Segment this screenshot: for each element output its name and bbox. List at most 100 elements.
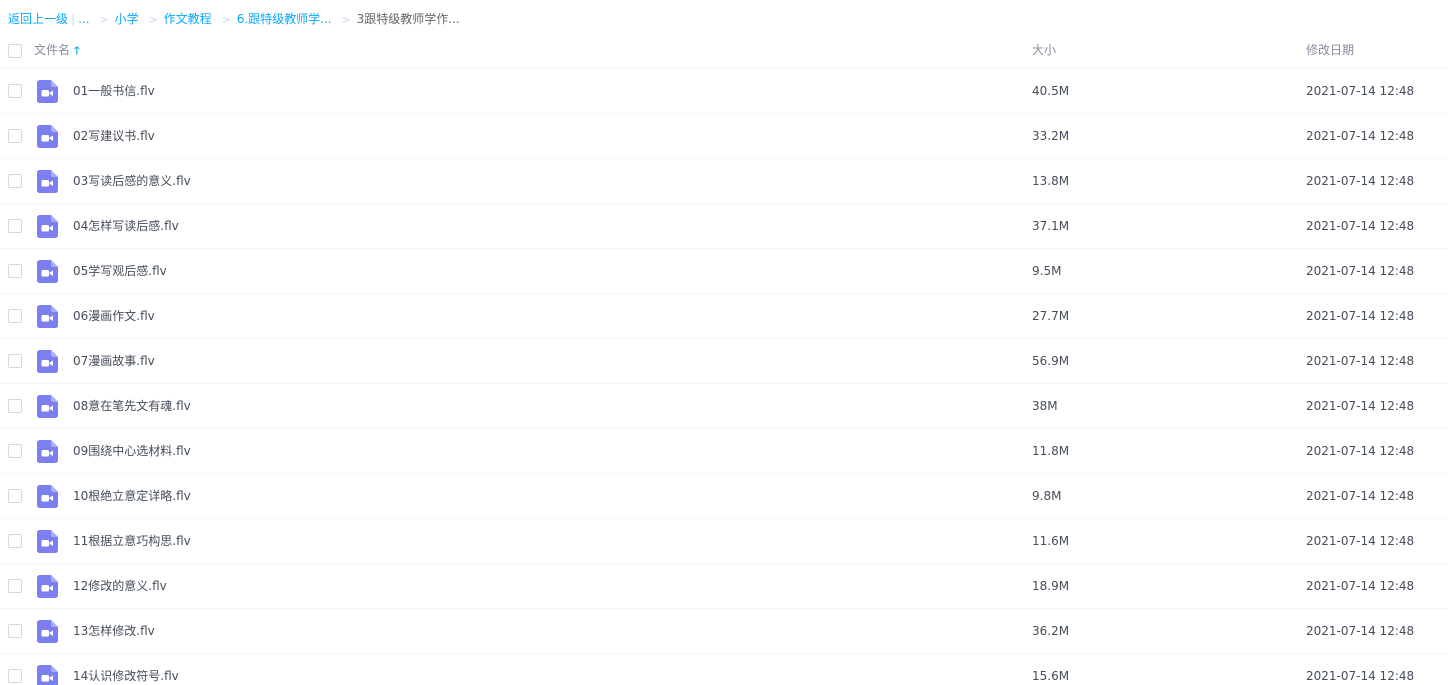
file-modified-date: 2021-07-14 12:48: [1306, 84, 1415, 98]
file-row[interactable]: 03写读后感的意义.flv 13.8M 2021-07-14 12:48: [0, 159, 1448, 204]
file-name[interactable]: 04怎样写读后感.flv: [73, 204, 179, 248]
file-name[interactable]: 08意在笔先文有魂.flv: [73, 384, 191, 428]
file-row[interactable]: 08意在笔先文有魂.flv 38M 2021-07-14 12:48: [0, 384, 1448, 429]
row-checkbox[interactable]: [8, 624, 22, 638]
breadcrumb-item-teacher[interactable]: 6.跟特级教师学...: [237, 12, 332, 26]
breadcrumb-item-composition[interactable]: 作文教程: [164, 12, 212, 26]
arrow-up-icon: 🡑: [74, 44, 80, 57]
file-name[interactable]: 01一般书信.flv: [73, 69, 155, 113]
file-size: 38M: [1032, 399, 1058, 413]
video-file-icon: [37, 125, 58, 148]
file-size: 27.7M: [1032, 309, 1070, 323]
file-modified-date: 2021-07-14 12:48: [1306, 534, 1415, 548]
row-checkbox[interactable]: [8, 534, 22, 548]
file-row[interactable]: 07漫画故事.flv 56.9M 2021-07-14 12:48: [0, 339, 1448, 384]
file-name[interactable]: 10根绝立意定详略.flv: [73, 474, 191, 518]
file-size: 9.8M: [1032, 489, 1062, 503]
row-checkbox[interactable]: [8, 219, 22, 233]
video-file-icon: [37, 440, 58, 463]
file-size: 13.8M: [1032, 174, 1070, 188]
row-checkbox[interactable]: [8, 174, 22, 188]
breadcrumb-separator: >: [221, 13, 231, 26]
file-modified-date: 2021-07-14 12:48: [1306, 219, 1415, 233]
file-modified-date: 2021-07-14 12:48: [1306, 129, 1415, 143]
file-size: 40.5M: [1032, 84, 1070, 98]
file-name[interactable]: 14认识修改符号.flv: [73, 654, 179, 685]
row-checkbox[interactable]: [8, 489, 22, 503]
video-file-icon: [37, 395, 58, 418]
breadcrumb-separator: >: [99, 13, 109, 26]
file-size: 11.8M: [1032, 444, 1070, 458]
row-checkbox[interactable]: [8, 579, 22, 593]
video-file-icon: [37, 215, 58, 238]
breadcrumb-separator: >: [341, 13, 351, 26]
column-header-name[interactable]: 文件名 🡑: [34, 32, 80, 68]
file-size: 9.5M: [1032, 264, 1062, 278]
column-header-date[interactable]: 修改日期: [1306, 32, 1354, 68]
file-size: 37.1M: [1032, 219, 1070, 233]
file-size: 33.2M: [1032, 129, 1070, 143]
row-checkbox[interactable]: [8, 669, 22, 683]
video-file-icon: [37, 575, 58, 598]
breadcrumb-pipe: |: [71, 12, 76, 26]
file-row[interactable]: 05学写观后感.flv 9.5M 2021-07-14 12:48: [0, 249, 1448, 294]
file-row[interactable]: 12修改的意义.flv 18.9M 2021-07-14 12:48: [0, 564, 1448, 609]
video-file-icon: [37, 530, 58, 553]
row-checkbox[interactable]: [8, 444, 22, 458]
row-checkbox[interactable]: [8, 84, 22, 98]
breadcrumb-item-primary[interactable]: 小学: [115, 12, 139, 26]
video-file-icon: [37, 620, 58, 643]
file-modified-date: 2021-07-14 12:48: [1306, 309, 1415, 323]
file-name[interactable]: 11根据立意巧构思.flv: [73, 519, 191, 563]
file-name[interactable]: 02写建议书.flv: [73, 114, 155, 158]
file-modified-date: 2021-07-14 12:48: [1306, 624, 1415, 638]
file-name[interactable]: 12修改的意义.flv: [73, 564, 167, 608]
file-modified-date: 2021-07-14 12:48: [1306, 399, 1415, 413]
file-browser: 返回上一级 |... > 小学 > 作文教程 >6.跟特级教师学... >3跟特级教师…: [0, 0, 1448, 685]
file-modified-date: 2021-07-14 12:48: [1306, 579, 1415, 593]
column-header-size[interactable]: 大小: [1032, 32, 1056, 68]
file-row[interactable]: 01一般书信.flv 40.5M 2021-07-14 12:48: [0, 69, 1448, 114]
file-name[interactable]: 06漫画作文.flv: [73, 294, 155, 338]
breadcrumb-ellipsis[interactable]: ...: [78, 12, 89, 26]
file-size: 15.6M: [1032, 669, 1070, 683]
file-row[interactable]: 04怎样写读后感.flv 37.1M 2021-07-14 12:48: [0, 204, 1448, 249]
file-name[interactable]: 07漫画故事.flv: [73, 339, 155, 383]
file-row[interactable]: 06漫画作文.flv 27.7M 2021-07-14 12:48: [0, 294, 1448, 339]
video-file-icon: [37, 170, 58, 193]
row-checkbox[interactable]: [8, 309, 22, 323]
file-row[interactable]: 02写建议书.flv 33.2M 2021-07-14 12:48: [0, 114, 1448, 159]
file-name[interactable]: 05学写观后感.flv: [73, 249, 167, 293]
file-modified-date: 2021-07-14 12:48: [1306, 444, 1415, 458]
column-header-name-label: 文件名: [34, 43, 71, 57]
row-checkbox[interactable]: [8, 399, 22, 413]
file-name[interactable]: 13怎样修改.flv: [73, 609, 155, 653]
file-name[interactable]: 09围绕中心选材料.flv: [73, 429, 191, 473]
video-file-icon: [37, 350, 58, 373]
breadcrumb: 返回上一级 |... > 小学 > 作文教程 >6.跟特级教师学... >3跟特级教师…: [8, 10, 460, 28]
video-file-icon: [37, 80, 58, 103]
file-row[interactable]: 11根据立意巧构思.flv 11.6M 2021-07-14 12:48: [0, 519, 1448, 564]
file-row[interactable]: 09围绕中心选材料.flv 11.8M 2021-07-14 12:48: [0, 429, 1448, 474]
breadcrumb-separator: >: [148, 13, 158, 26]
row-checkbox[interactable]: [8, 354, 22, 368]
file-modified-date: 2021-07-14 12:48: [1306, 489, 1415, 503]
file-name[interactable]: 03写读后感的意义.flv: [73, 159, 191, 203]
video-file-icon: [37, 485, 58, 508]
file-modified-date: 2021-07-14 12:48: [1306, 669, 1415, 683]
file-row[interactable]: 13怎样修改.flv 36.2M 2021-07-14 12:48: [0, 609, 1448, 654]
file-size: 18.9M: [1032, 579, 1070, 593]
file-modified-date: 2021-07-14 12:48: [1306, 264, 1415, 278]
file-modified-date: 2021-07-14 12:48: [1306, 354, 1415, 368]
row-checkbox[interactable]: [8, 264, 22, 278]
file-size: 56.9M: [1032, 354, 1070, 368]
file-size: 11.6M: [1032, 534, 1070, 548]
select-all-checkbox[interactable]: [8, 44, 22, 58]
row-checkbox[interactable]: [8, 129, 22, 143]
back-link[interactable]: 返回上一级: [8, 12, 68, 26]
video-file-icon: [37, 260, 58, 283]
file-row[interactable]: 14认识修改符号.flv 15.6M 2021-07-14 12:48: [0, 654, 1448, 685]
breadcrumb-current: 3跟特级教师学作...: [356, 12, 460, 26]
file-row[interactable]: 10根绝立意定详略.flv 9.8M 2021-07-14 12:48: [0, 474, 1448, 519]
file-modified-date: 2021-07-14 12:48: [1306, 174, 1415, 188]
